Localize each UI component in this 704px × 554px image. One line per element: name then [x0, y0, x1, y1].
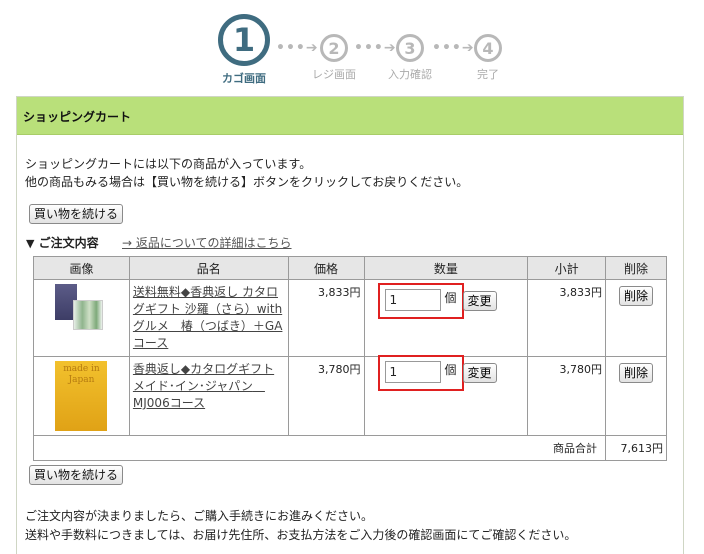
header-quantity: 数量: [363, 256, 529, 280]
step-register: 2 レジ画面: [307, 10, 361, 82]
step-1-label: カゴ画面: [222, 72, 266, 85]
update-quantity-button[interactable]: 変更: [462, 291, 497, 311]
header-delete: 削除: [605, 256, 667, 280]
quantity-cell: 1 個 変更: [363, 355, 529, 436]
intro-line-1: ショッピングカートには以下の商品が入っています。: [25, 157, 312, 171]
product-image-cell: made in Japan: [33, 356, 130, 436]
product-thumbnail[interactable]: made in Japan: [55, 361, 108, 431]
product-price: 3,833円: [287, 279, 365, 357]
order-contents-heading: ▼ ご注文内容: [26, 234, 99, 251]
quantity-unit: 個: [444, 291, 457, 305]
header-image: 画像: [33, 256, 130, 280]
step-complete: 4 完了: [461, 10, 515, 82]
product-image-cell: [33, 279, 130, 357]
header-subtotal: 小計: [527, 256, 607, 280]
product-price: 3,780円: [287, 356, 365, 436]
total-row: 商品合計 7,613円: [32, 435, 667, 461]
continue-shopping-button[interactable]: 買い物を続ける: [29, 204, 124, 224]
total-value: 7,613円: [605, 435, 667, 461]
step-4-label: 完了: [477, 68, 499, 81]
step-2-label: レジ画面: [312, 68, 356, 81]
header-name: 品名: [128, 256, 289, 280]
shopping-cart-panel: ショッピングカート ショッピングカートには以下の商品が入っています。 他の商品も…: [16, 96, 684, 554]
cart-table: 画像 品名 価格 数量 小計 削除 送料無料◆香典返し カタログギフト 沙羅（さ…: [32, 256, 667, 461]
cart-header-row: 画像 品名 価格 数量 小計 削除: [33, 256, 667, 280]
product-name-cell: 香典返し◆カタログギフト メイド･イン･ジャパン MJ006コース: [128, 356, 289, 436]
triangle-down-icon: ▼: [26, 237, 35, 250]
step-2-circle: 2: [320, 34, 348, 62]
cart-intro: ショッピングカートには以下の商品が入っています。 他の商品もみる場合は【買い物を…: [25, 155, 468, 191]
product-subtotal: 3,833円: [527, 279, 607, 357]
update-quantity-button[interactable]: 変更: [462, 363, 497, 383]
checkout-note: ご注文内容が決まりましたら、ご購入手続きにお進みください。 送料や手数料につきま…: [25, 507, 576, 545]
continue-shopping-button-bottom[interactable]: 買い物を続ける: [29, 465, 124, 485]
delete-button[interactable]: 削除: [619, 363, 654, 383]
total-label: 商品合計: [32, 435, 607, 461]
step-4-circle: 4: [474, 34, 502, 62]
product-thumbnail[interactable]: [55, 284, 107, 336]
step-cart: 1 カゴ画面: [216, 10, 272, 86]
header-price: 価格: [287, 256, 365, 280]
product-name-cell: 送料無料◆香典返し カタログギフト 沙羅（さら）with グルメ 椿（つばき）＋…: [128, 279, 289, 357]
product-subtotal: 3,780円: [527, 356, 607, 436]
product-name-link[interactable]: 香典返し◆カタログギフト メイド･イン･ジャパン MJ006コース: [133, 362, 274, 410]
table-row: made in Japan 香典返し◆カタログギフト メイド･イン･ジャパン M…: [33, 355, 667, 436]
step-3-label: 入力確認: [388, 68, 432, 81]
delete-cell: 削除: [605, 356, 667, 436]
quantity-cell: 1 個 変更: [363, 279, 529, 357]
panel-title: ショッピングカート: [17, 97, 683, 135]
step-confirm: 3 入力確認: [383, 10, 437, 82]
table-row: 送料無料◆香典返し カタログギフト 沙羅（さら）with グルメ 椿（つばき）＋…: [33, 279, 667, 357]
delete-button[interactable]: 削除: [619, 286, 654, 306]
quantity-input[interactable]: 1: [384, 361, 441, 383]
note-line-2: 送料や手数料につきましては、お届け先住所、お支払方法をご入力後の確認画面にてご確…: [25, 528, 577, 542]
intro-line-2: 他の商品もみる場合は【買い物を続ける】ボタンをクリックしてお戻りください。: [25, 175, 469, 189]
step-1-circle: 1: [218, 14, 270, 66]
note-line-1: ご注文内容が決まりましたら、ご購入手続きにお進みください。: [25, 509, 374, 523]
quantity-unit: 個: [444, 363, 457, 377]
step-3-circle: 3: [396, 34, 424, 62]
returns-info-link[interactable]: → 返品についての詳細はこちら: [122, 234, 292, 251]
order-heading-text: ご注文内容: [38, 236, 99, 250]
product-name-link[interactable]: 送料無料◆香典返し カタログギフト 沙羅（さら）with グルメ 椿（つばき）＋…: [133, 285, 283, 350]
delete-cell: 削除: [605, 279, 667, 357]
quantity-input[interactable]: 1: [384, 289, 441, 311]
checkout-steps: 1 カゴ画面 •••➔ 2 レジ画面 •••➔ 3 入力確認 •••➔ 4 完了: [212, 10, 515, 85]
